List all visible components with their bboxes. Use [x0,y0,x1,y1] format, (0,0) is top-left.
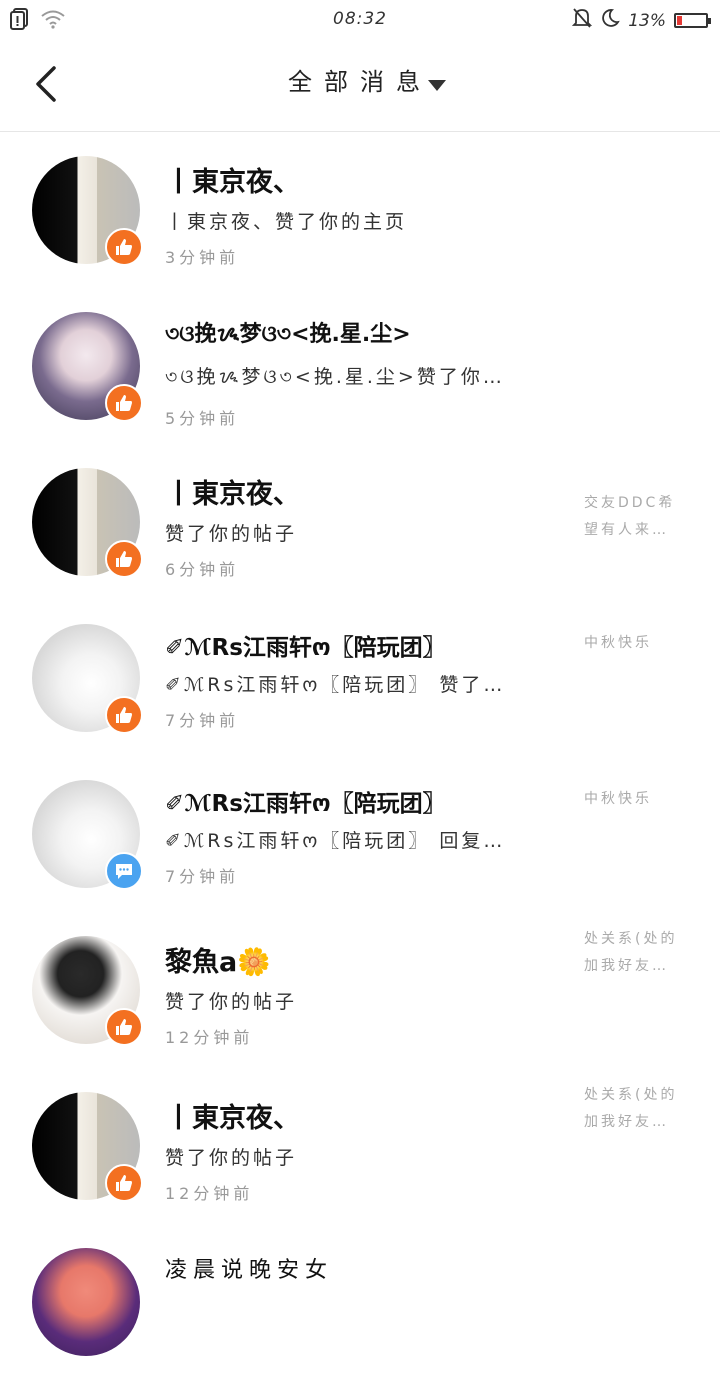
post-preview[interactable]: 处关系(处的加我好友… [584,926,684,980]
list-item[interactable]: 凌晨说晚安女 [0,1224,720,1380]
message-text: 赞了你的帖子 [165,523,298,545]
post-preview[interactable]: 交友DDC希望有人来… [584,490,684,544]
timestamp: 7分钟前 [165,711,240,730]
sender-name: 丨東京夜、 [165,1103,300,1134]
timestamp: 6分钟前 [165,560,240,579]
battery-level [677,16,682,25]
message-text: ✐ℳRs江雨轩ო〖陪玩团〗 赞了… [165,674,506,696]
battery-icon [674,13,711,28]
like-icon [105,1164,143,1202]
title-dropdown[interactable]: 全部消息 [0,62,720,97]
avatar[interactable] [32,1248,140,1356]
sender-name: 丨東京夜、 [165,479,300,510]
comment-icon [105,852,143,890]
sender-name: ✐ℳRs江雨轩ო〖陪玩团〗 [165,791,446,817]
timestamp: 12分钟前 [165,1028,254,1047]
like-icon [105,540,143,578]
timestamp: 12分钟前 [165,1184,254,1203]
list-item[interactable]: ৩ଓ挽ᝰ梦ଓ৩<挽.星.尘> ৩ଓ挽ᝰ梦ଓ৩<挽.星.尘>赞了你… 5分钟前 [0,288,720,444]
message-text: ✐ℳRs江雨轩ო〖陪玩团〗 回复… [165,830,506,852]
message-text: 赞了你的帖子 [165,1147,298,1169]
message-list: 丨東京夜、 丨東京夜、赞了你的主页 3分钟前 ৩ଓ挽ᝰ梦ଓ৩<挽.星.尘> ৩ଓ… [0,132,720,1380]
timestamp: 3分钟前 [165,248,240,267]
page-title: 全部消息 [288,68,432,96]
list-item[interactable]: ✐ℳRs江雨轩ო〖陪玩团〗 ✐ℳRs江雨轩ო〖陪玩团〗 赞了… 7分钟前 中秋快… [0,600,720,756]
list-item[interactable]: ✐ℳRs江雨轩ო〖陪玩团〗 ✐ℳRs江雨轩ო〖陪玩团〗 回复… 7分钟前 中秋快… [0,756,720,912]
sender-name: ৩ଓ挽ᝰ梦ଓ৩<挽.星.尘> [165,322,411,347]
like-icon [105,1008,143,1046]
list-item[interactable]: 丨東京夜、 丨東京夜、赞了你的主页 3分钟前 [0,132,720,288]
list-item[interactable]: 丨東京夜、 赞了你的帖子 6分钟前 交友DDC希望有人来… [0,444,720,600]
mute-bell-icon [572,7,593,34]
like-icon [105,384,143,422]
sender-name: ✐ℳRs江雨轩ო〖陪玩团〗 [165,635,446,661]
list-item[interactable]: 黎魚a🌼 赞了你的帖子 12分钟前 处关系(处的加我好友… [0,912,720,1068]
timestamp: 7分钟前 [165,867,240,886]
list-item[interactable]: 丨東京夜、 赞了你的帖子 12分钟前 处关系(处的加我好友… [0,1068,720,1224]
post-preview[interactable]: 中秋快乐 [584,786,684,813]
timestamp: 5分钟前 [165,409,240,428]
sender-name: 凌晨说晚安女 [165,1258,334,1283]
header: 全部消息 [0,40,720,132]
post-preview[interactable]: 中秋快乐 [584,630,684,657]
sender-name: 黎魚a🌼 [165,947,271,978]
message-text: 赞了你的帖子 [165,991,298,1013]
message-text: ৩ଓ挽ᝰ梦ଓ৩<挽.星.尘>赞了你… [165,366,505,388]
like-icon [105,696,143,734]
sender-name: 丨東京夜、 [165,167,300,198]
moon-icon [600,8,620,33]
post-preview[interactable]: 处关系(处的加我好友… [584,1082,684,1136]
battery-percent: 13% [628,10,666,31]
message-text: 丨東京夜、赞了你的主页 [165,211,408,233]
caret-down-icon[interactable] [428,80,446,91]
status-bar: 08:32 13% [0,0,720,40]
like-icon [105,228,143,266]
